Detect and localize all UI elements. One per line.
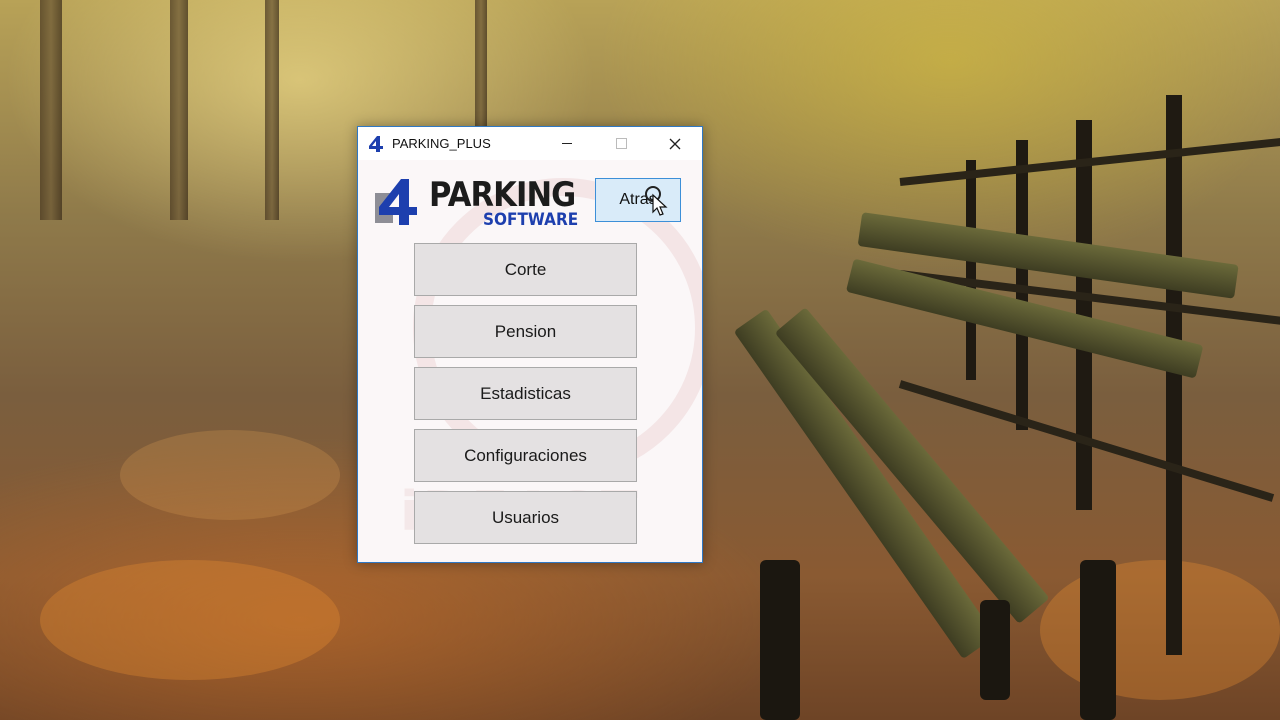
bench-leg [1080,560,1116,720]
close-icon [669,138,681,149]
minimize-icon [562,143,572,144]
parking-logo-icon [367,135,385,153]
bench-leg [980,600,1010,700]
logo-four-mark [375,179,417,225]
usuarios-button[interactable]: Usuarios [414,491,637,544]
configuraciones-button[interactable]: Configuraciones [414,429,637,482]
fence-post [966,160,976,380]
maximize-button[interactable] [598,127,644,160]
leaf-pile [1040,560,1280,700]
window-title: PARKING_PLUS [392,136,491,151]
estadisticas-button[interactable]: Estadisticas [414,367,637,420]
leaf-pile [120,430,340,520]
busy-cursor-icon [645,186,668,216]
leaf-pile [40,560,340,680]
fence-post [1166,95,1182,655]
tree-trunk [40,0,62,220]
parking-software-logo: PARKING SOFTWARE [375,175,579,233]
logo-subtitle: SOFTWARE [483,210,579,230]
window-content: iDEAST PARKING SOFTWARE Atras Corte Pens… [358,160,702,562]
app-window: PARKING_PLUS iDEAST PARKING SOFTWARE At [357,126,703,563]
corte-button[interactable]: Corte [414,243,637,296]
minimize-button[interactable] [544,127,590,160]
pension-button[interactable]: Pension [414,305,637,358]
bench-leg [760,560,800,720]
tree-trunk [265,0,279,220]
maximize-icon [615,138,627,149]
tree-trunk [170,0,188,220]
logo-wordmark: PARKING [429,175,576,215]
close-button[interactable] [652,127,698,160]
title-bar[interactable]: PARKING_PLUS [358,127,702,160]
